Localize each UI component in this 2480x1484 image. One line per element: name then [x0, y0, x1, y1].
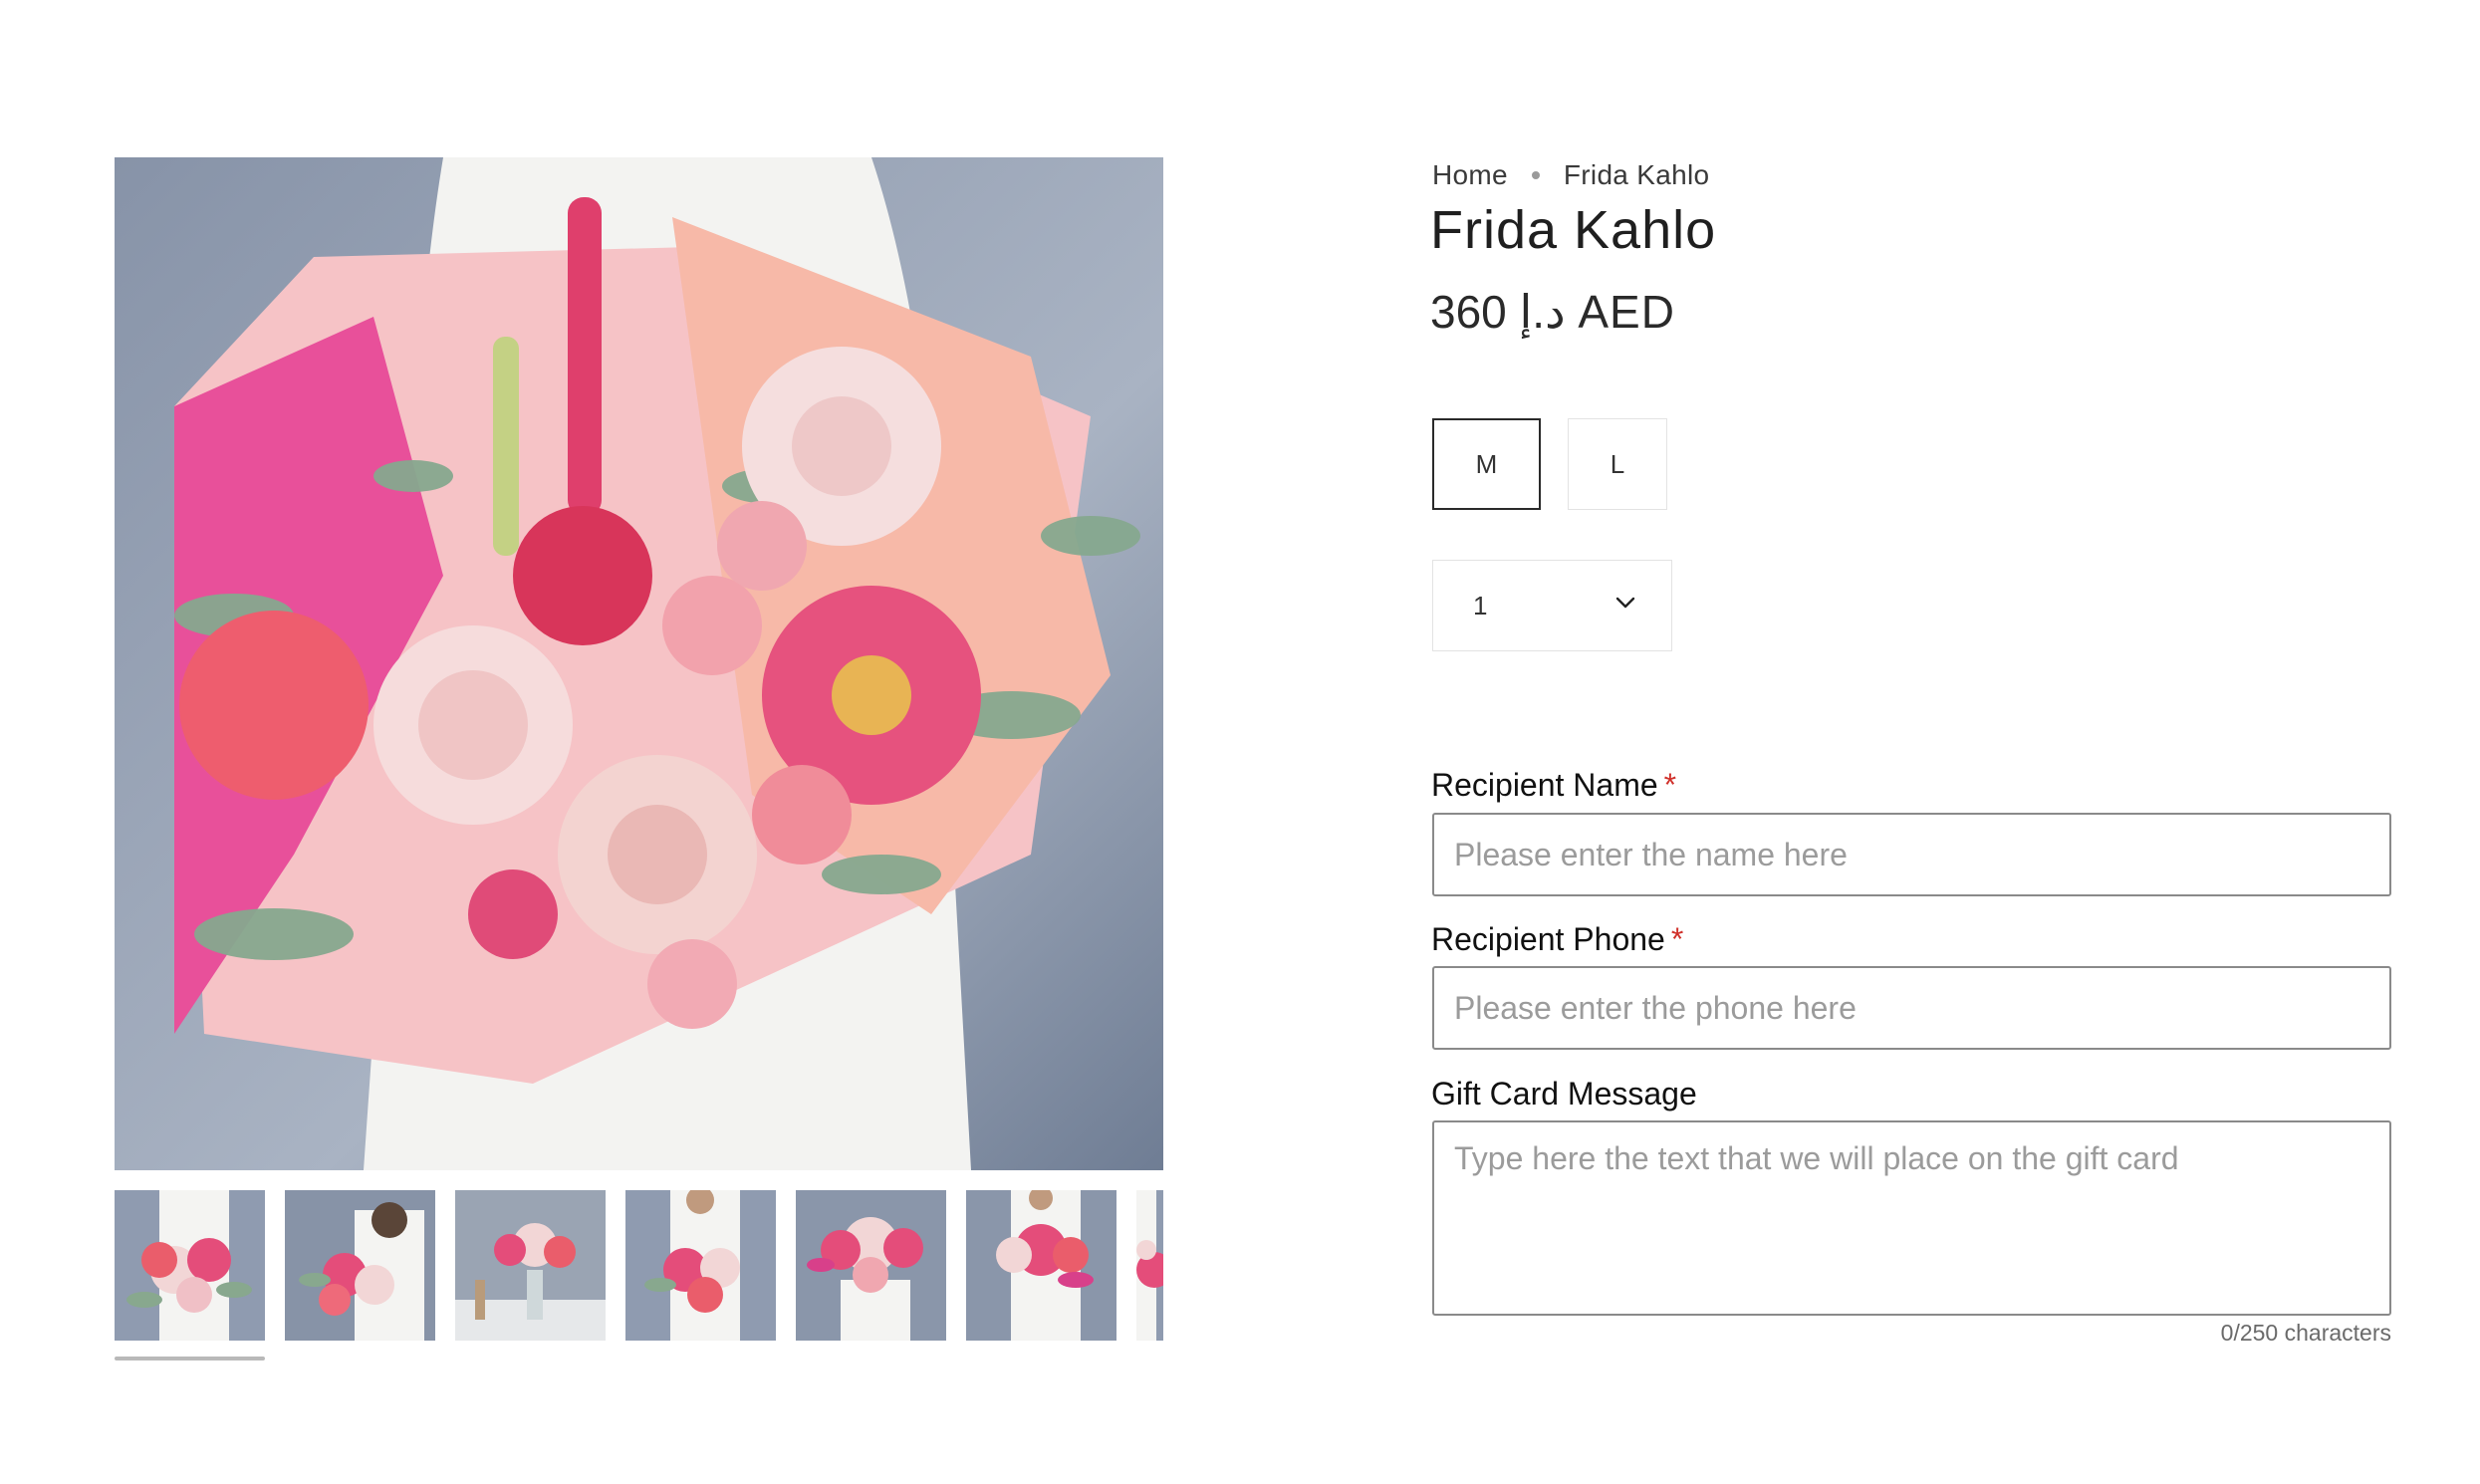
thumbnail-7[interactable]	[1136, 1190, 1163, 1341]
recipient-phone-label-text: Recipient Phone	[1431, 921, 1665, 957]
quantity-select[interactable]: 1	[1432, 560, 1672, 651]
thumbnail-1[interactable]	[115, 1190, 265, 1341]
gift-card-message-label: Gift Card Message	[1431, 1076, 1697, 1112]
gift-card-message-textarea[interactable]	[1432, 1120, 2391, 1316]
breadcrumb-separator	[1531, 171, 1540, 179]
recipient-phone-input[interactable]	[1432, 966, 2391, 1050]
chevron-down-icon	[1613, 591, 1637, 621]
product-title: Frida Kahlo	[1430, 200, 1717, 260]
recipient-phone-label: Recipient Phone *	[1431, 921, 1683, 958]
required-mark: *	[1670, 921, 1684, 957]
product-main-image[interactable]	[115, 157, 1163, 1170]
recipient-name-label-text: Recipient Name	[1431, 767, 1658, 803]
thumbnail-6[interactable]	[966, 1190, 1116, 1341]
required-mark: *	[1663, 767, 1677, 803]
breadcrumb-current: Frida Kahlo	[1563, 159, 1710, 190]
recipient-name-input[interactable]	[1432, 813, 2391, 896]
breadcrumb: Home Frida Kahlo	[1432, 157, 1709, 193]
active-thumbnail-indicator	[115, 1357, 265, 1360]
thumbnail-5[interactable]	[796, 1190, 946, 1341]
character-counter: 0/250 characters	[2220, 1320, 2391, 1346]
recipient-name-label: Recipient Name *	[1431, 767, 1676, 804]
breadcrumb-home-link[interactable]: Home	[1432, 159, 1508, 191]
thumbnail-2[interactable]	[285, 1190, 435, 1341]
product-page: Home Frida Kahlo Frida Kahlo 360 د.إ AED…	[0, 0, 2480, 1484]
variant-size-l-button[interactable]: L	[1568, 418, 1667, 510]
thumbnail-3[interactable]	[455, 1190, 606, 1341]
product-price: 360 د.إ AED	[1430, 286, 1675, 338]
thumbnail-4[interactable]	[625, 1190, 776, 1341]
variant-size-m-button[interactable]: M	[1432, 418, 1541, 510]
bouquet-image	[115, 157, 1163, 1170]
quantity-value: 1	[1473, 590, 1488, 620]
thumbnail-strip[interactable]	[115, 1190, 1163, 1341]
